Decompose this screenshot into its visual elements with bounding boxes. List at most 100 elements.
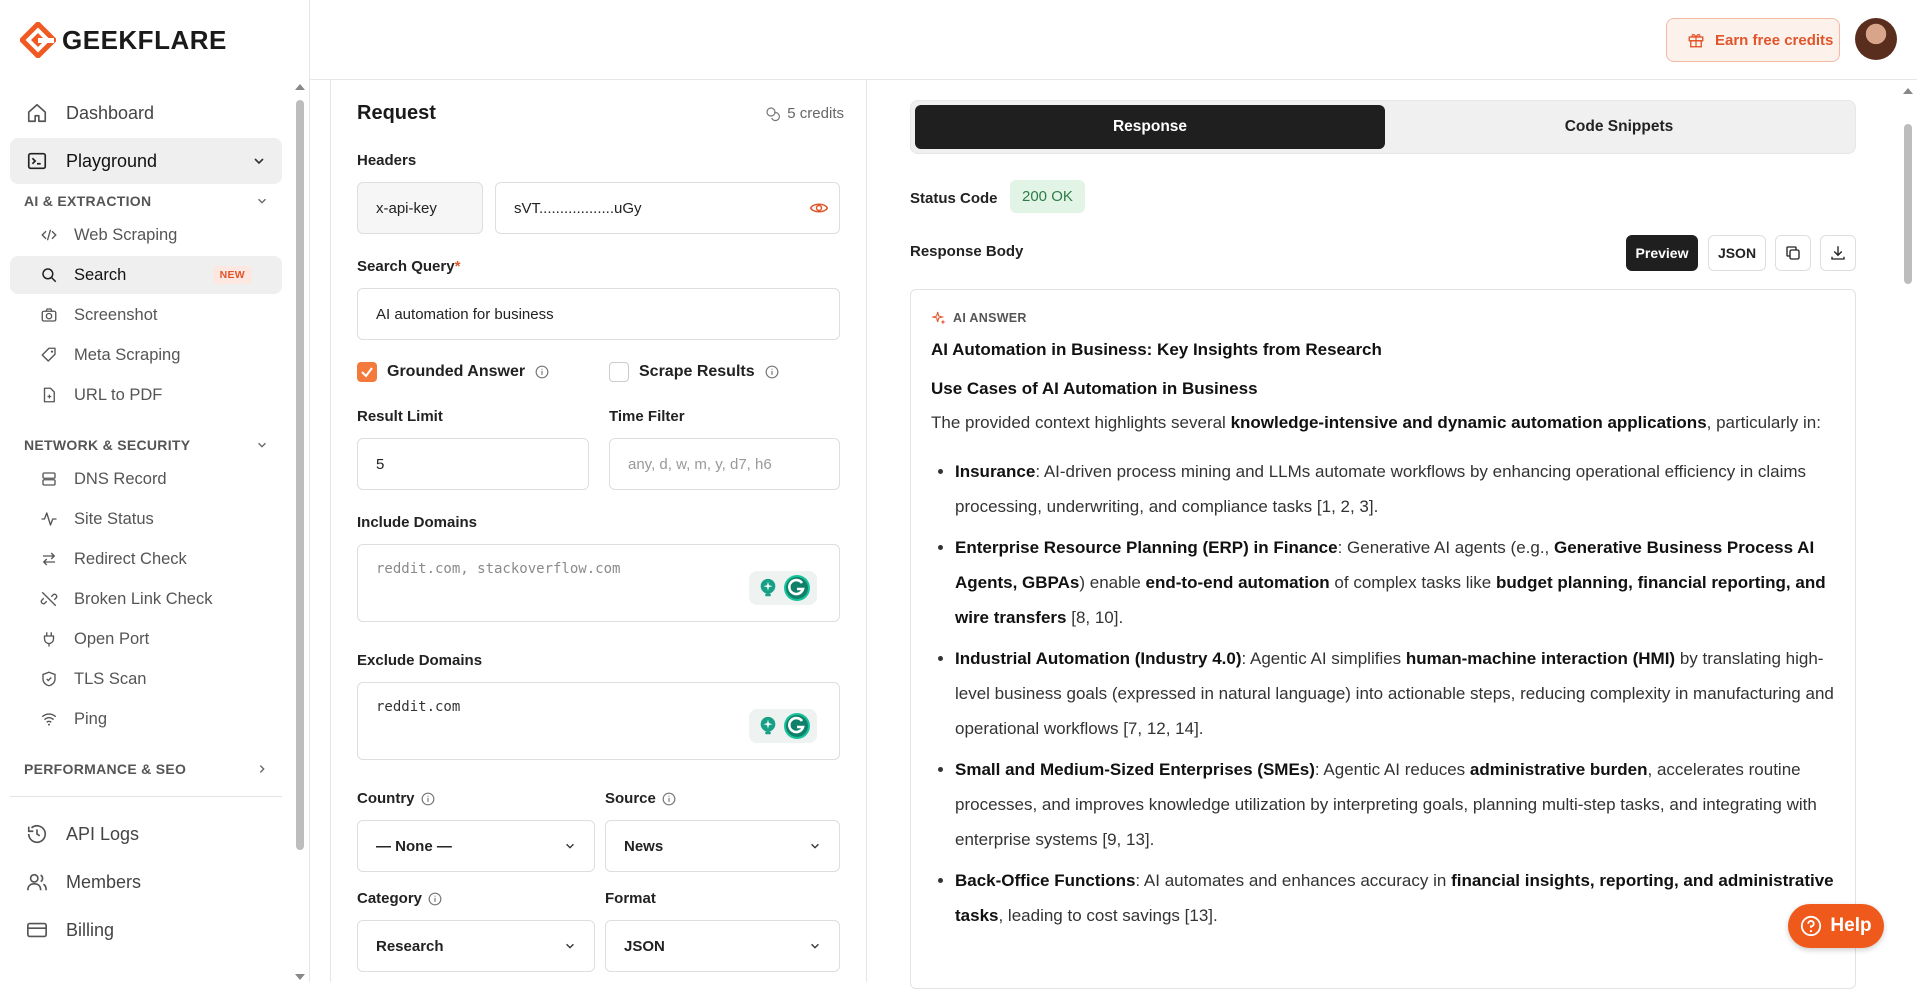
checkbox-unchecked[interactable] — [609, 362, 629, 382]
headers-label: Headers — [357, 152, 417, 169]
redirect-icon — [42, 552, 56, 566]
answer-subheading: Use Cases of AI Automation in Business — [931, 379, 1258, 398]
preview-button[interactable]: Preview — [1626, 235, 1698, 271]
sidebar-item-label: Open Port — [74, 629, 150, 648]
time-filter-input[interactable]: any, d, w, m, y, d7, h6 — [609, 438, 840, 490]
sidebar-item-label: DNS Record — [74, 469, 167, 488]
time-filter-placeholder: any, d, w, m, y, d7, h6 — [628, 455, 772, 473]
sidebar-item-screenshot[interactable]: Screenshot — [10, 296, 282, 334]
wifi-icon — [41, 713, 57, 726]
sidebar-item-billing[interactable]: Billing — [10, 907, 282, 953]
country-value: — None — — [376, 837, 452, 855]
sidebar-item-api-logs[interactable]: API Logs — [10, 811, 282, 857]
section-ai-extraction[interactable]: AI & EXTRACTION — [10, 188, 282, 214]
source-select[interactable]: News — [605, 820, 840, 872]
scrape-results-label: Scrape Results — [639, 363, 755, 380]
ai-answer-card: AI ANSWER AI Automation in Business: Key… — [910, 289, 1856, 989]
header-key-field[interactable]: x-api-key — [357, 182, 483, 234]
section-network-security[interactable]: NETWORK & SECURITY — [10, 432, 282, 458]
sidebar-item-broken-link-check[interactable]: Broken Link Check — [10, 580, 282, 618]
brand-name: GEEKFLARE — [62, 24, 227, 55]
info-icon[interactable] — [662, 792, 676, 806]
scroll-up-icon[interactable] — [1899, 86, 1917, 96]
question-icon — [1801, 915, 1822, 937]
checkbox-checked[interactable] — [357, 362, 377, 382]
header-key-value: x-api-key — [376, 199, 437, 217]
info-icon[interactable] — [428, 892, 442, 906]
earn-credits-button[interactable]: Earn free credits — [1666, 18, 1840, 62]
main-scrollbar[interactable] — [1899, 80, 1917, 982]
sidebar-item-label: Web Scraping — [74, 225, 178, 244]
sidebar-item-meta-scraping[interactable]: Meta Scraping — [10, 336, 282, 374]
sidebar-item-label: Redirect Check — [74, 549, 187, 568]
sidebar-item-dashboard[interactable]: Dashboard — [10, 90, 282, 136]
section-performance-seo[interactable]: PERFORMANCE & SEO — [10, 756, 282, 782]
api-key-field[interactable]: sVT..................uGy — [495, 182, 840, 234]
info-icon[interactable] — [765, 365, 779, 379]
search-icon — [42, 268, 57, 283]
sidebar-item-dns-record[interactable]: DNS Record — [10, 460, 282, 498]
category-select[interactable]: Research — [357, 920, 595, 972]
sidebar-item-label: TLS Scan — [74, 669, 147, 688]
country-select[interactable]: — None — — [357, 820, 595, 872]
sidebar-item-site-status[interactable]: Site Status — [10, 500, 282, 538]
format-value: JSON — [624, 937, 665, 955]
sidebar-item-members[interactable]: Members — [10, 859, 282, 905]
brand-logo[interactable]: GEEKFLARE — [20, 20, 227, 60]
info-icon[interactable] — [421, 792, 435, 806]
include-domains-label: Include Domains — [357, 514, 478, 531]
help-button[interactable]: Help — [1788, 904, 1884, 948]
shield-icon — [42, 671, 56, 687]
include-domains-input[interactable]: reddit.com, stackoverflow.com — [357, 544, 840, 622]
result-limit-input[interactable]: 5 — [357, 438, 589, 490]
chevron-down-icon — [258, 198, 266, 204]
json-button[interactable]: JSON — [1708, 235, 1766, 271]
activity-icon — [41, 512, 57, 526]
tab-response[interactable]: Response — [915, 105, 1385, 149]
sidebar-item-label: API Logs — [66, 823, 140, 844]
sparkle-icon — [931, 311, 946, 325]
broken-link-icon — [40, 591, 58, 607]
grammarly-icon — [784, 713, 810, 739]
grammarly-widget[interactable] — [749, 571, 817, 605]
sidebar-item-tls-scan[interactable]: TLS Scan — [10, 660, 282, 698]
chevron-down-icon — [566, 843, 574, 849]
sidebar-item-web-scraping[interactable]: Web Scraping — [10, 216, 282, 254]
format-select[interactable]: JSON — [605, 920, 840, 972]
sidebar-scroll-thumb[interactable] — [296, 100, 304, 850]
plug-icon — [43, 632, 55, 647]
avatar[interactable] — [1855, 18, 1897, 60]
main-scroll-thumb[interactable] — [1904, 124, 1912, 284]
info-icon[interactable] — [535, 365, 549, 379]
eye-icon[interactable] — [809, 198, 829, 218]
download-button[interactable] — [1820, 235, 1856, 271]
sidebar-scrollbar[interactable] — [293, 82, 307, 982]
exclude-domains-input[interactable]: reddit.com — [357, 682, 840, 760]
earn-credits-label: Earn free credits — [1715, 31, 1834, 49]
copy-button[interactable] — [1775, 235, 1811, 271]
gift-icon — [1688, 34, 1704, 48]
result-limit-value: 5 — [376, 455, 385, 473]
exclude-domains-value: reddit.com — [376, 699, 461, 715]
scrape-results-checkbox[interactable]: Scrape Results — [609, 362, 779, 382]
scroll-down-icon[interactable] — [293, 972, 307, 982]
tab-code-snippets[interactable]: Code Snippets — [1385, 105, 1853, 149]
check-icon — [361, 367, 373, 378]
list-item: Insurance: AI-driven process mining and … — [955, 454, 1837, 524]
sidebar-item-redirect-check[interactable]: Redirect Check — [10, 540, 282, 578]
chevron-down-icon — [811, 843, 819, 849]
exclude-domains-label: Exclude Domains — [357, 652, 483, 669]
sidebar-item-playground[interactable]: Playground — [10, 138, 282, 184]
sidebar-divider — [10, 796, 282, 797]
grammarly-widget[interactable] — [749, 709, 817, 743]
sidebar-item-ping[interactable]: Ping — [10, 700, 282, 738]
sidebar-item-label: Screenshot — [74, 305, 158, 324]
top-bar: Earn free credits — [310, 0, 1917, 80]
format-label: Format — [605, 890, 656, 907]
sidebar-item-open-port[interactable]: Open Port — [10, 620, 282, 658]
grounded-answer-checkbox[interactable]: Grounded Answer — [357, 362, 549, 382]
sidebar-item-url-to-pdf[interactable]: URL to PDF — [10, 376, 282, 414]
sidebar-item-search[interactable]: Search NEW — [10, 256, 282, 294]
search-query-input[interactable]: AI automation for business — [357, 288, 840, 340]
scroll-up-icon[interactable] — [293, 82, 307, 92]
